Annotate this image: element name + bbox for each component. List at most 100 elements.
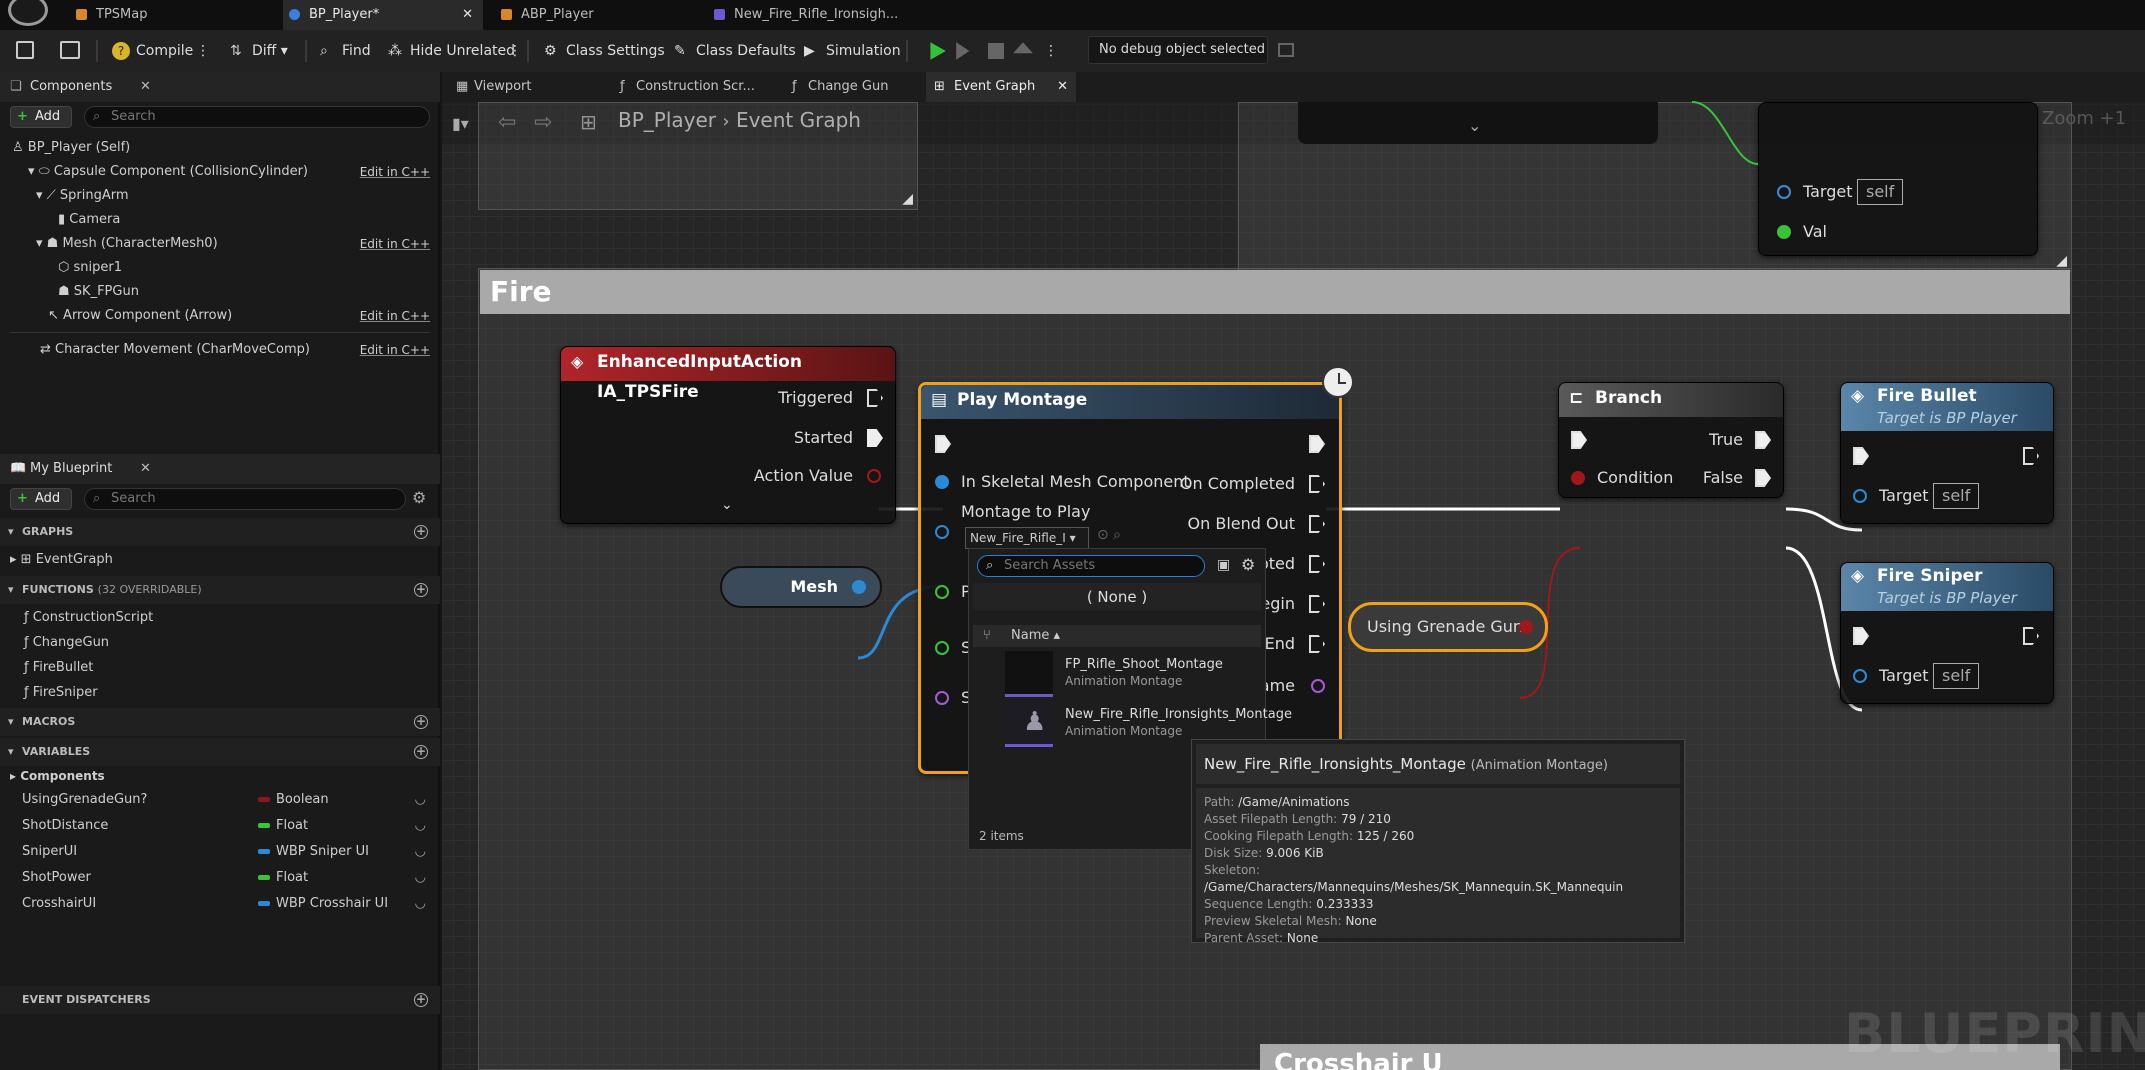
component-mesh[interactable]: ▾ ☗ Mesh (CharacterMesh0) Edit in C++ [36, 232, 430, 256]
variable-item[interactable]: SniperUI WBP Sniper UI ◡ [22, 840, 432, 864]
variable-item[interactable]: CrosshairUI WBP Crosshair UI ◡ [22, 892, 432, 916]
components-search-input[interactable]: ⌕ Search [84, 106, 430, 128]
columns-icon[interactable]: ⑂ [983, 625, 991, 647]
component-root[interactable]: ♙ BP_Player (Self) [12, 136, 130, 160]
exec-in-pin[interactable] [1571, 431, 1587, 449]
exec-out-pin[interactable] [2023, 627, 2039, 645]
asset-item[interactable]: FP_Rifle_Shoot_Montage Animation Montage [973, 649, 1261, 699]
use-selected-icon[interactable]: ⊙ ⌕ [1097, 527, 1121, 543]
diff-button[interactable]: ⇅ Diff ▾ [230, 36, 288, 66]
exec-in-pin[interactable] [1853, 447, 1869, 465]
self-field[interactable]: self [1933, 483, 1980, 509]
tab-tpsmap[interactable]: TPSMap [70, 0, 280, 30]
component-sniper1[interactable]: ⬡ sniper1 [58, 256, 122, 280]
exec-out-pin[interactable] [2023, 447, 2039, 465]
on-notify-end-pin[interactable] [1309, 635, 1325, 653]
add-dispatcher-icon[interactable]: + [414, 993, 428, 1007]
variable-type[interactable]: WBP Sniper UI [258, 840, 369, 864]
mesh-output-pin[interactable] [852, 580, 866, 594]
folder-icon[interactable]: ▣ [1217, 557, 1230, 573]
add-function-icon[interactable]: + [414, 583, 428, 597]
variable-item[interactable]: ShotDistance Float ◡ [22, 814, 432, 838]
close-icon[interactable]: ✕ [462, 0, 473, 30]
close-icon[interactable]: ✕ [140, 72, 151, 102]
add-variable-icon[interactable]: + [414, 745, 428, 759]
class-settings-button[interactable]: ⚙ Class Settings [544, 36, 665, 66]
target-pin[interactable] [1853, 669, 1867, 683]
hide-unrelated-button[interactable]: ⁂ Hide Unrelated [388, 36, 515, 66]
asset-search-input[interactable]: ⌕ Search Assets [977, 555, 1205, 577]
fire-sniper-node[interactable]: ◈ Fire Sniper Target is BP Player Target s… [1840, 562, 2054, 704]
hide-unrelated-options-icon[interactable]: ⋮ [508, 36, 522, 66]
chevron-down-icon[interactable]: ⌄ [721, 497, 733, 513]
starting-section-pin[interactable] [935, 691, 949, 705]
grenade-output-pin[interactable] [1519, 620, 1533, 634]
enhanced-input-node[interactable]: ◈ EnhancedInputAction IA_TPSFire Triggere… [560, 346, 896, 524]
add-graph-icon[interactable]: + [414, 525, 428, 539]
component-capsule[interactable]: ▾ ⬭ Capsule Component (CollisionCylinder… [28, 160, 430, 184]
event-dispatchers-section-header[interactable]: EVENT DISPATCHERS + [0, 986, 440, 1014]
graphs-section-header[interactable]: ▾ GRAPHS + [0, 518, 440, 546]
gear-icon[interactable]: ⚙ [1241, 555, 1255, 574]
variable-type[interactable]: Boolean [258, 788, 329, 812]
exec-in-pin[interactable] [1853, 627, 1869, 645]
save-icon[interactable] [16, 41, 34, 59]
play-rate-pin[interactable] [935, 585, 949, 599]
eye-icon[interactable]: ◡ [415, 892, 426, 916]
edit-in-cpp-link[interactable]: Edit in C++ [360, 232, 430, 256]
self-field[interactable]: self [1933, 663, 1980, 689]
on-blend-out-pin[interactable] [1309, 515, 1325, 533]
name-column-header[interactable]: ⑂ Name ▴ [973, 625, 1261, 647]
class-defaults-button[interactable]: ✎ Class Defaults [674, 36, 796, 66]
true-exec-pin[interactable] [1755, 431, 1771, 449]
component-arrow[interactable]: ↖ Arrow Component (Arrow) Edit in C++ [48, 304, 430, 328]
skeletal-mesh-pin[interactable] [935, 475, 949, 489]
unreal-logo-icon[interactable] [8, 0, 48, 26]
simulation-button[interactable]: ▶ Simulation [804, 36, 901, 66]
macros-section-header[interactable]: ▾ MACROS + [0, 708, 440, 736]
debug-filter-icon[interactable] [1278, 43, 1294, 57]
using-grenade-gun-getter[interactable]: Using Grenade Gun? [1348, 602, 1548, 652]
action-value-pin[interactable] [867, 469, 881, 483]
tab-montage[interactable]: New_Fire_Rifle_Ironsigh... [708, 0, 918, 30]
false-exec-pin[interactable] [1755, 469, 1771, 487]
triggered-exec-pin[interactable] [867, 389, 883, 407]
stop-icon[interactable] [988, 43, 1004, 59]
none-option[interactable]: ( None ) [973, 583, 1261, 611]
variable-item[interactable]: ShotPower Float ◡ [22, 866, 432, 890]
target-pin[interactable] [1853, 489, 1867, 503]
component-camera[interactable]: ▮ Camera [58, 208, 120, 232]
functions-section-header[interactable]: ▾ FUNCTIONS (32 OVERRIDABLE) + [0, 576, 440, 604]
on-interrupted-pin[interactable] [1309, 555, 1325, 573]
function-item[interactable]: ƒ FireSniper [24, 681, 98, 705]
eye-icon[interactable]: ◡ [415, 866, 426, 890]
play-options-icon[interactable]: ⋮ [1044, 36, 1058, 66]
graph-item-eventgraph[interactable]: ▸ ⊞ EventGraph [10, 548, 113, 572]
add-macro-icon[interactable]: + [414, 715, 428, 729]
function-item[interactable]: ƒ ChangeGun [24, 631, 109, 655]
edit-in-cpp-link[interactable]: Edit in C++ [360, 160, 430, 184]
condition-pin[interactable] [1571, 471, 1585, 485]
montage-asset-select[interactable]: New_Fire_Rifle_I ▾ [965, 527, 1089, 549]
debug-object-select[interactable]: No debug object selected ▾ [1088, 36, 1268, 83]
function-item[interactable]: ƒ ConstructionScript [24, 606, 153, 630]
edit-in-cpp-link[interactable]: Edit in C++ [360, 304, 430, 328]
my-blueprint-search-input[interactable]: ⌕ Search [84, 488, 406, 510]
find-button[interactable]: ⌕ Find [320, 36, 371, 66]
variables-section-header[interactable]: ▾ VARIABLES + [0, 738, 440, 766]
compile-options-icon[interactable]: ⋮ [196, 36, 210, 66]
compile-button[interactable]: ? Compile [112, 36, 193, 66]
on-notify-begin-pin[interactable] [1309, 595, 1325, 613]
branch-node[interactable]: ⊏ Branch Condition True False [1558, 382, 1784, 498]
exec-out-pin[interactable] [1309, 435, 1325, 453]
mesh-getter-node[interactable]: Mesh [720, 566, 882, 608]
variable-type[interactable]: WBP Crosshair UI [258, 892, 388, 916]
browse-icon[interactable] [60, 41, 80, 59]
exec-in-pin[interactable] [935, 435, 951, 453]
eye-icon[interactable]: ◡ [415, 814, 426, 838]
variable-item[interactable]: UsingGrenadeGun? Boolean ◡ [22, 788, 432, 812]
gear-icon[interactable]: ⚙ [412, 488, 426, 507]
eye-icon[interactable]: ◡ [415, 788, 426, 812]
tab-abp-player[interactable]: ABP_Player [495, 0, 705, 30]
fire-bullet-node[interactable]: ◈ Fire Bullet Target is BP Player Target s… [1840, 382, 2054, 524]
